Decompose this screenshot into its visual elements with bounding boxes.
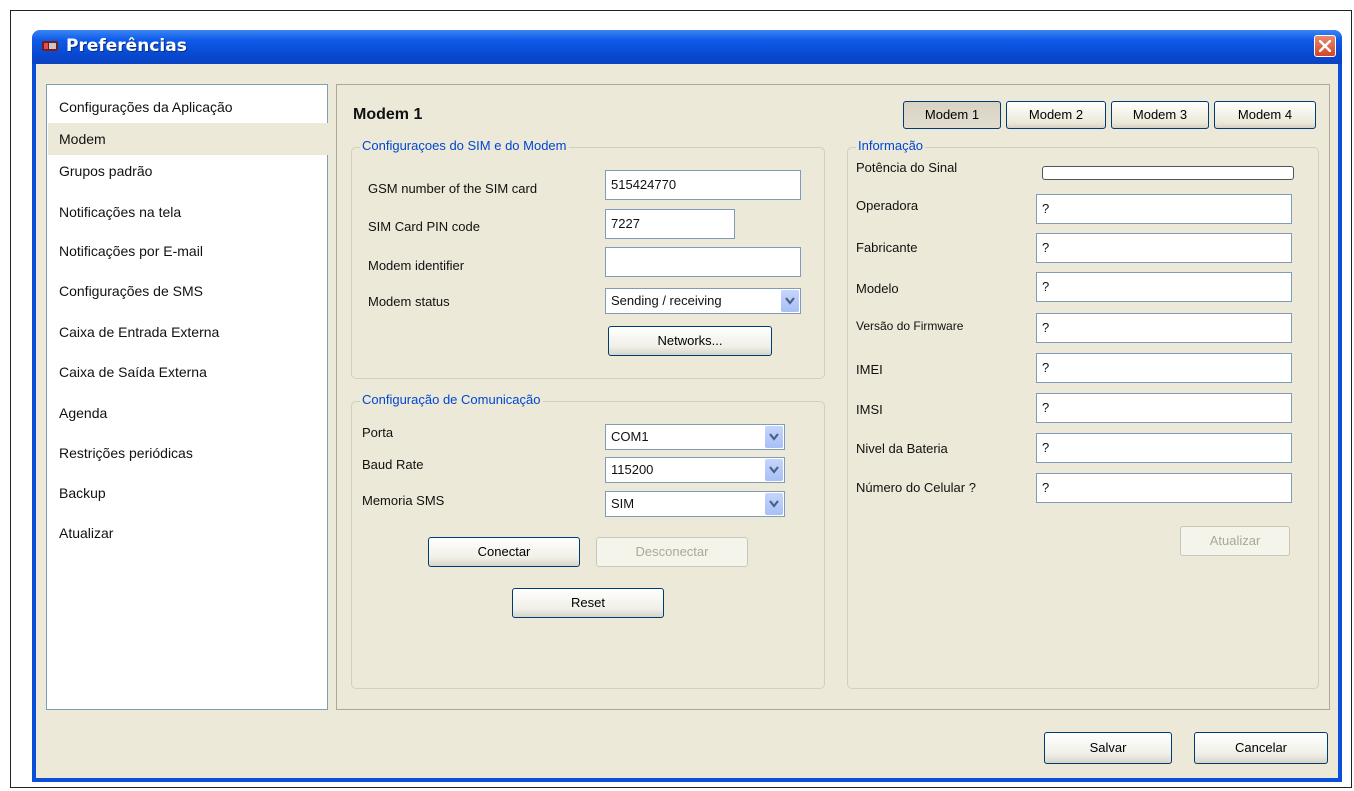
baud-rate-value: 115200 (611, 462, 654, 477)
chevron-down-icon[interactable] (765, 459, 783, 481)
nav-item-periodic-restrictions[interactable]: Restrições periódicas (48, 437, 329, 469)
nav-item-external-inbox[interactable]: Caixa de Entrada Externa (48, 316, 329, 348)
battery-level-label: Nivel da Bateria (856, 441, 948, 456)
operator-field[interactable]: ? (1036, 194, 1292, 224)
firmware-version-field[interactable]: ? (1036, 313, 1292, 343)
gsm-number-label: GSM number of the SIM card (368, 181, 538, 196)
phone-number-field[interactable]: ? (1036, 473, 1292, 503)
sms-memory-select[interactable]: SIM (605, 491, 785, 517)
update-info-button[interactable]: Atualizar (1180, 526, 1290, 556)
chevron-down-icon[interactable] (781, 290, 799, 312)
chevron-down-icon[interactable] (765, 493, 783, 515)
imsi-field[interactable]: ? (1036, 393, 1292, 423)
phone-number-label: Número do Celular ? (856, 480, 976, 495)
nav-item-backup[interactable]: Backup (48, 477, 329, 509)
manufacturer-label: Fabricante (856, 240, 918, 255)
operator-label: Operadora (856, 198, 919, 213)
nav-item-screen-notifications[interactable]: Notificações na tela (48, 196, 329, 228)
modem-settings-panel: Modem 1 Modem 1 Modem 2 Modem 3 Modem 4 … (336, 84, 1330, 710)
communication-group: Configuração de Comunicação Porta COM1 B… (351, 392, 825, 689)
tab-modem-1[interactable]: Modem 1 (903, 101, 1001, 129)
manufacturer-field[interactable]: ? (1036, 233, 1292, 263)
signal-strength-bar (1042, 166, 1294, 180)
gsm-number-field[interactable]: 515424770 (605, 170, 801, 200)
cancel-button[interactable]: Cancelar (1194, 732, 1328, 764)
port-select[interactable]: COM1 (605, 424, 785, 450)
information-group: Informação Potência do Sinal Operadora ?… (847, 138, 1319, 689)
information-group-title: Informação (856, 138, 926, 153)
nav-item-sms-settings[interactable]: Configurações de SMS (48, 275, 329, 307)
imei-field[interactable]: ? (1036, 353, 1292, 383)
tab-modem-3[interactable]: Modem 3 (1111, 101, 1209, 129)
imsi-label: IMSI (856, 402, 883, 417)
sim-pin-field[interactable]: 7227 (605, 209, 735, 239)
window-title: Preferências (66, 36, 187, 56)
preferences-window: Preferências Configurações da Aplicação … (32, 30, 1342, 782)
title-bar[interactable]: Preferências (32, 30, 1342, 64)
sms-memory-value: SIM (611, 496, 635, 511)
nav-item-external-outbox[interactable]: Caixa de Saída Externa (48, 356, 329, 388)
networks-button[interactable]: Networks... (608, 326, 772, 356)
modem-status-value: Sending / receiving (611, 293, 722, 308)
baud-rate-select[interactable]: 115200 (605, 457, 785, 483)
connect-button[interactable]: Conectar (428, 537, 580, 567)
app-icon (42, 40, 58, 52)
chevron-down-icon[interactable] (765, 426, 783, 448)
close-icon (1319, 40, 1331, 52)
tab-modem-4[interactable]: Modem 4 (1214, 101, 1316, 129)
sim-modem-group-title: Configuraçoes do SIM e do Modem (360, 138, 569, 153)
baud-rate-label: Baud Rate (362, 457, 424, 472)
model-field[interactable]: ? (1036, 272, 1292, 302)
port-value: COM1 (611, 429, 649, 444)
modem-identifier-field[interactable] (605, 247, 801, 277)
modem-identifier-label: Modem identifier (368, 258, 465, 273)
sim-modem-group: Configuraçoes do SIM e do Modem GSM numb… (351, 138, 825, 379)
battery-level-field[interactable]: ? (1036, 433, 1292, 463)
save-button[interactable]: Salvar (1044, 732, 1172, 764)
tab-modem-2[interactable]: Modem 2 (1006, 101, 1106, 129)
firmware-version-label: Versão do Firmware (856, 319, 964, 333)
nav-item-modem[interactable]: Modem (48, 123, 329, 155)
modem-status-select[interactable]: Sending / receiving (605, 288, 801, 314)
nav-item-update[interactable]: Atualizar (48, 517, 329, 549)
disconnect-button[interactable]: Desconectar (596, 537, 748, 567)
nav-item-app-settings[interactable]: Configurações da Aplicação (48, 91, 329, 123)
close-button[interactable] (1314, 35, 1336, 57)
nav-item-email-notifications[interactable]: Notificações por E-mail (48, 235, 329, 267)
preferences-nav-list: Configurações da Aplicação Modem Grupos … (46, 84, 329, 710)
communication-group-title: Configuração de Comunicação (360, 392, 543, 407)
page-title: Modem 1 (353, 106, 423, 123)
signal-strength-label: Potência do Sinal (856, 160, 958, 175)
nav-item-schedule[interactable]: Agenda (48, 397, 329, 429)
modem-status-label: Modem status (368, 294, 450, 309)
port-label: Porta (362, 425, 394, 440)
nav-item-default-groups[interactable]: Grupos padrão (48, 155, 329, 187)
model-label: Modelo (856, 281, 899, 296)
imei-label: IMEI (856, 362, 883, 377)
sms-memory-label: Memoria SMS (362, 493, 445, 508)
dialog-client-area: Configurações da Aplicação Modem Grupos … (36, 64, 1338, 778)
sim-pin-label: SIM Card PIN code (368, 219, 480, 234)
reset-button[interactable]: Reset (512, 588, 664, 618)
